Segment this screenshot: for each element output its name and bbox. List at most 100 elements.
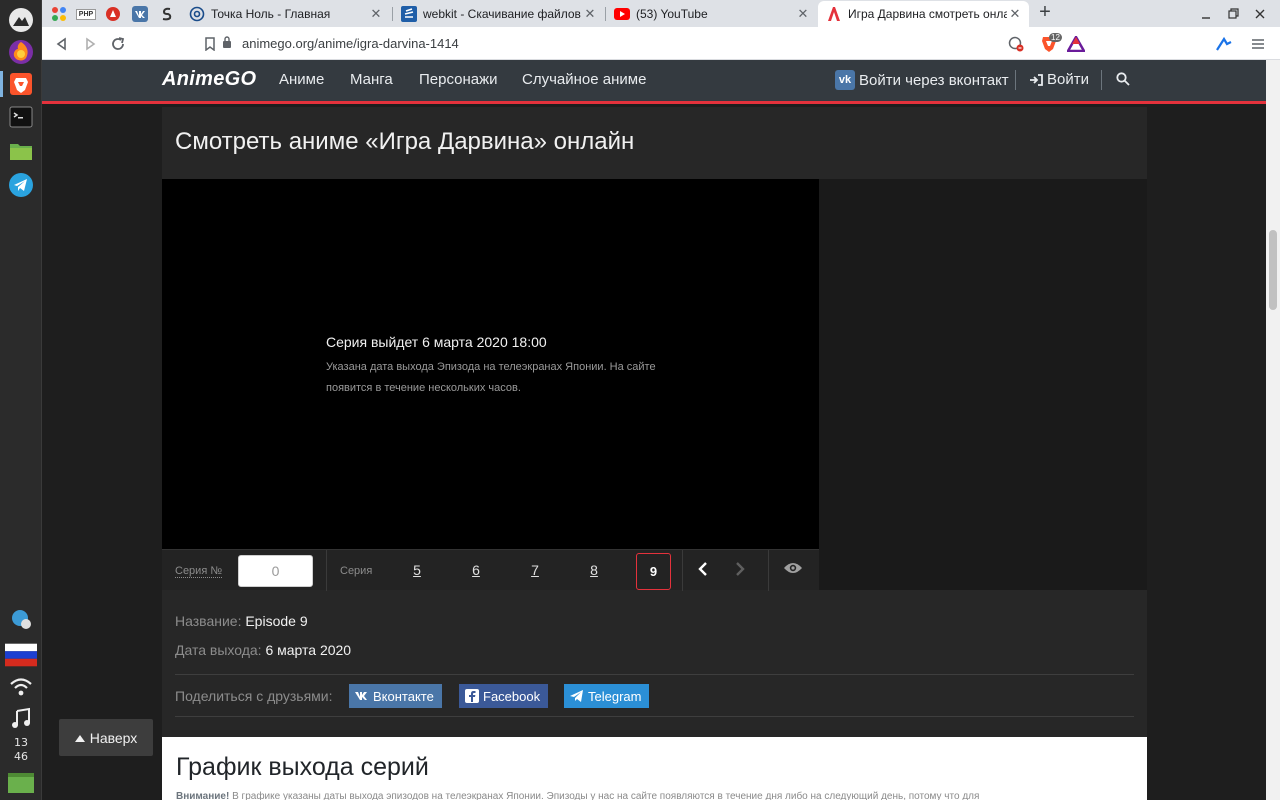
series-label: Серия [340,565,373,577]
release-date-row: Дата выхода: 6 марта 2020 [175,642,351,658]
video-player[interactable]: Серия выйдет 6 марта 2020 18:00 Указана … [162,179,819,549]
back-icon [56,37,66,51]
watched-toggle-button[interactable] [783,561,803,580]
tab-strip: PHP Точка Ноль - Главная ✕ webkit - Скач… [42,0,1280,27]
tab-close-icon[interactable]: ✕ [795,6,811,22]
clock-hours: 13 [14,736,28,749]
share-vk-label: Вконтакте [373,688,434,704]
divider [175,716,1134,717]
pinned-tab-s[interactable] [156,3,178,25]
vk-login-button[interactable]: vk Войти через вконтакт [835,70,1009,90]
page-scrollbar[interactable] [1266,60,1280,800]
clock-minutes: 46 [14,750,28,763]
tab-webkit[interactable]: webkit - Скачивание файлов т ✕ [393,1,604,27]
vk-icon: vk [835,70,855,90]
tab-label: Точка Ноль - Главная [211,7,331,21]
terminal-icon[interactable] [5,101,37,133]
telegram-icon[interactable] [5,169,37,201]
menu-button[interactable] [1247,33,1269,55]
episode-number-input[interactable] [238,555,313,587]
brave-rewards-button[interactable] [1065,33,1087,55]
brave-icon[interactable] [5,68,37,100]
launcher-icon[interactable] [5,4,37,36]
reload-button[interactable] [107,33,129,55]
login-icon [1030,73,1043,86]
schedule-note-bold: Внимание! [176,791,230,800]
desktop-icon[interactable] [5,767,37,799]
php-icon: PHP [75,8,97,20]
extension-button[interactable] [1213,33,1235,55]
rewards-icon [1067,36,1085,52]
pinned-tab-notification[interactable] [102,3,124,25]
login-button[interactable]: Войти [1029,71,1089,88]
bookmark-icon [205,37,215,51]
pinned-tab-apps[interactable] [48,3,70,25]
episode-6[interactable]: 6 [466,562,486,578]
release-notice-title: Серия выйдет 6 марта 2020 18:00 [326,334,547,350]
tab-close-icon[interactable]: ✕ [1007,6,1023,22]
share-vk-button[interactable]: Вконтакте [349,684,442,708]
episode-5[interactable]: 5 [407,562,427,578]
episode-bar: Серия № Серия 5 6 7 8 9 [162,549,819,591]
clock: 13 46 [0,736,42,764]
episode-9-active[interactable]: 9 [636,553,671,590]
lock-icon [222,36,232,51]
episode-name-key: Название: [175,613,242,629]
site-blocked-button[interactable] [1005,33,1027,55]
site-logo[interactable]: AnimeGO [162,68,256,91]
tab-animego-active[interactable]: Игра Дарвина смотреть онлай ✕ [818,1,1029,27]
next-episode-button[interactable] [734,560,746,583]
wifi-icon[interactable] [5,671,37,703]
prev-episode-button[interactable] [697,560,709,583]
tab-youtube[interactable]: (53) YouTube ✕ [606,1,817,27]
player-side-panel [819,179,1147,590]
restore-icon[interactable] [1222,3,1244,25]
close-window-icon[interactable] [1249,3,1271,25]
search-button[interactable] [1116,72,1130,91]
address-bar[interactable]: animego.org/anime/igra-darvina-1414 [222,30,1092,57]
episode-8[interactable]: 8 [584,562,604,578]
back-to-top-button[interactable]: Наверх [59,719,153,756]
release-schedule-section: График выхода серий Внимание! В графике … [162,737,1147,800]
forward-icon [86,37,96,51]
nav-manga[interactable]: Манга [350,71,393,88]
minimize-icon[interactable] [1195,3,1217,25]
caret-up-icon [74,734,85,742]
pinned-tab-vk[interactable] [129,3,151,25]
back-button[interactable] [51,33,73,55]
brave-shields-button[interactable]: 12 [1035,33,1063,55]
tab-close-icon[interactable]: ✕ [582,6,598,22]
chevron-right-icon [736,562,745,576]
eye-icon [784,563,802,573]
files-icon[interactable] [5,135,37,167]
firefox-icon[interactable] [5,36,37,68]
nav-random-anime[interactable]: Случайное аниме [522,71,646,88]
weather-icon[interactable] [5,603,37,635]
notification-icon [106,7,120,21]
main-content: Смотреть аниме «Игра Дарвина» онлайн Сер… [162,107,1147,740]
vk-icon [355,689,369,703]
music-icon[interactable] [5,703,37,735]
new-tab-button[interactable]: + [1034,1,1056,23]
extension-icon [1216,36,1232,51]
share-label: Поделиться с друзьями: [175,688,333,704]
scrollbar-thumb[interactable] [1269,230,1277,310]
episode-number-label: Серия № [175,565,223,578]
share-telegram-label: Telegram [588,688,642,704]
share-telegram-button[interactable]: Telegram [564,684,650,708]
tab-close-icon[interactable]: ✕ [368,6,384,22]
share-facebook-button[interactable]: Facebook [459,684,549,708]
active-app-indicator [0,71,3,97]
forward-button[interactable] [79,33,101,55]
nav-anime[interactable]: Аниме [279,71,324,88]
pinned-tab-php[interactable]: PHP [75,3,97,25]
nav-characters[interactable]: Персонажи [419,71,498,88]
schedule-title: График выхода серий [176,753,429,781]
tab-tochka-nol[interactable]: Точка Ноль - Главная ✕ [181,1,390,27]
share-facebook-label: Facebook [483,688,541,704]
schedule-note: Внимание! В графике указаны даты выхода … [176,791,1136,800]
keyboard-layout-icon[interactable] [5,639,37,671]
facebook-icon [465,689,479,703]
bookmark-button[interactable] [199,33,221,55]
episode-7[interactable]: 7 [525,562,545,578]
